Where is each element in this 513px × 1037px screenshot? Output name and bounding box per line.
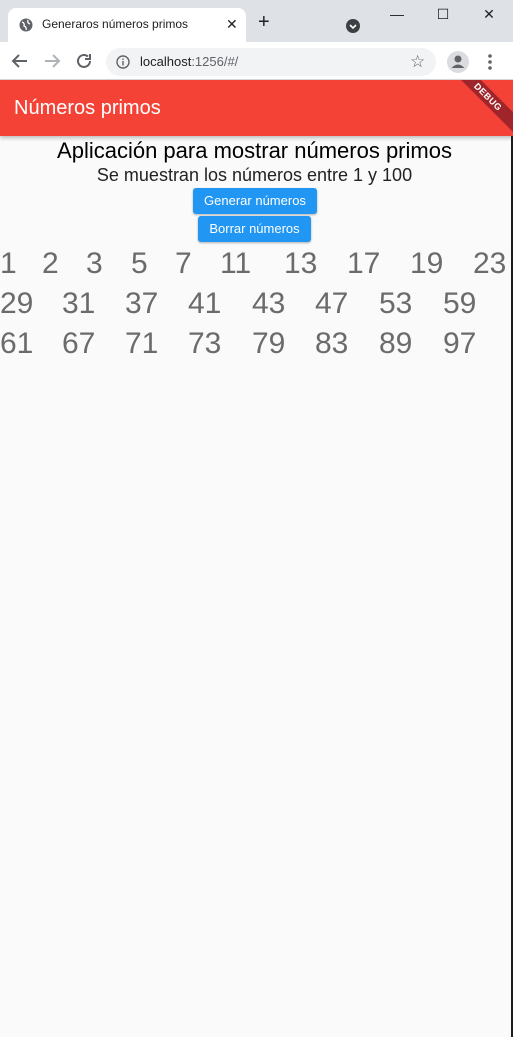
prime-number: 11 (220, 247, 252, 280)
prime-number: 7 (175, 247, 192, 280)
prime-number: 2 (42, 247, 59, 280)
browser-tab-strip: Generaros números primos ✕ + — ☐ ✕ (0, 0, 513, 42)
prime-number: 23 (473, 247, 507, 280)
address-bar: localhost:1256/#/ ☆ (0, 42, 513, 80)
prime-number: 3 (86, 247, 103, 280)
maximize-button[interactable]: ☐ (428, 6, 458, 22)
generate-numbers-button[interactable]: Generar números (193, 188, 317, 214)
prime-number: 1 (0, 247, 17, 280)
url-path: :1256/#/ (191, 54, 239, 69)
page-subtitle: Se muestran los números entre 1 y 100 (96, 165, 413, 185)
prime-number: 97 (443, 327, 477, 360)
new-tab-button[interactable]: + (258, 12, 270, 32)
prime-number: 19 (410, 247, 444, 280)
info-icon[interactable] (116, 55, 130, 69)
prime-number: 61 (0, 327, 34, 360)
close-window-button[interactable]: ✕ (474, 6, 504, 22)
url-host: localhost (140, 54, 192, 69)
more-menu-icon[interactable] (480, 52, 500, 72)
prime-number: 31 (62, 287, 96, 320)
prime-number: 17 (347, 247, 381, 280)
prime-number: 89 (379, 327, 413, 360)
prime-number: 41 (188, 287, 222, 320)
forward-arrow-icon[interactable] (42, 51, 62, 71)
prime-number: 71 (125, 327, 159, 360)
person-icon (451, 55, 465, 68)
profile-avatar-icon[interactable] (447, 51, 469, 73)
prime-number: 59 (443, 287, 477, 320)
tab-title: Generaros números primos (42, 17, 189, 31)
app-bar: Números primos DEBUG (0, 80, 513, 136)
prime-number: 37 (125, 287, 159, 320)
prime-number: 83 (315, 327, 349, 360)
url-field[interactable]: localhost:1256/#/ ☆ (106, 48, 436, 76)
prime-number: 43 (252, 287, 286, 320)
debug-banner: DEBUG (444, 80, 513, 136)
back-arrow-icon[interactable] (10, 51, 30, 71)
browser-tab[interactable]: Generaros números primos ✕ (8, 8, 246, 42)
prime-number: 79 (252, 327, 286, 360)
globe-icon (19, 18, 33, 32)
prime-number: 29 (0, 287, 34, 320)
page-headline: Aplicación para mostrar números primos (57, 138, 452, 163)
tab-search-icon[interactable] (345, 18, 361, 34)
tab-close-icon[interactable]: ✕ (226, 16, 238, 32)
prime-number: 47 (315, 287, 349, 320)
app-title: Números primos (14, 97, 161, 119)
minimize-button[interactable]: — (382, 6, 412, 22)
prime-number: 67 (62, 327, 96, 360)
url-text: localhost:1256/#/ (140, 54, 238, 69)
prime-number: 13 (284, 247, 318, 280)
prime-number: 5 (131, 247, 148, 280)
prime-number: 53 (379, 287, 413, 320)
clear-numbers-button[interactable]: Borrar números (198, 216, 311, 242)
bookmark-star-icon[interactable]: ☆ (410, 52, 425, 72)
reload-icon[interactable] (74, 51, 94, 71)
prime-number: 73 (188, 327, 222, 360)
